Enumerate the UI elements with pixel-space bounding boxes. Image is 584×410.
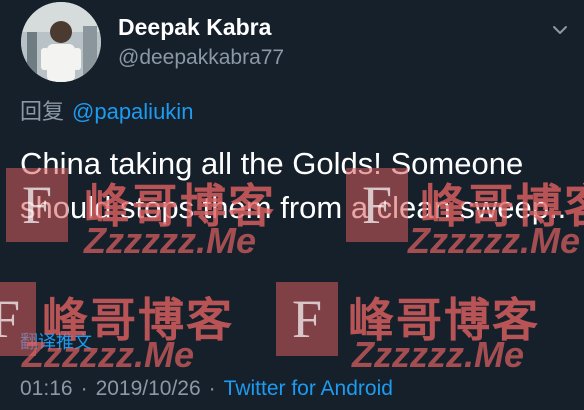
author-display-name[interactable]: Deepak Kabra [118,14,271,41]
avatar[interactable] [21,2,101,82]
tweet-detail: Deepak Kabra @deepakkabra77 回复 @papaliuki… [0,0,584,410]
translate-tweet-link[interactable]: 翻译推文 [20,328,92,354]
reply-context: 回复 @papaliukin [20,94,193,126]
reply-prefix: 回复 [20,99,65,124]
watermark-logo: F [276,282,338,356]
chevron-down-icon[interactable] [552,22,568,38]
tweet-meta: 01:16 · 2019/10/26 · Twitter for Android [20,377,393,401]
tweet-text: China taking all the Golds! Someone shou… [20,146,567,225]
tweet-source-link[interactable]: Twitter for Android [224,377,393,400]
meta-separator: · [80,377,88,400]
watermark-title: 峰哥博客 [348,294,540,346]
tweet-date[interactable]: 2019/10/26 [96,377,201,400]
avatar-photo [21,2,101,82]
reply-mention-link[interactable]: @papaliukin [72,99,193,124]
tweet-time[interactable]: 01:16 [20,377,73,400]
author-handle[interactable]: @deepakkabra77 [118,46,284,70]
meta-separator: · [208,377,216,400]
watermark-domain: Zzzzzz.Me [352,334,525,375]
